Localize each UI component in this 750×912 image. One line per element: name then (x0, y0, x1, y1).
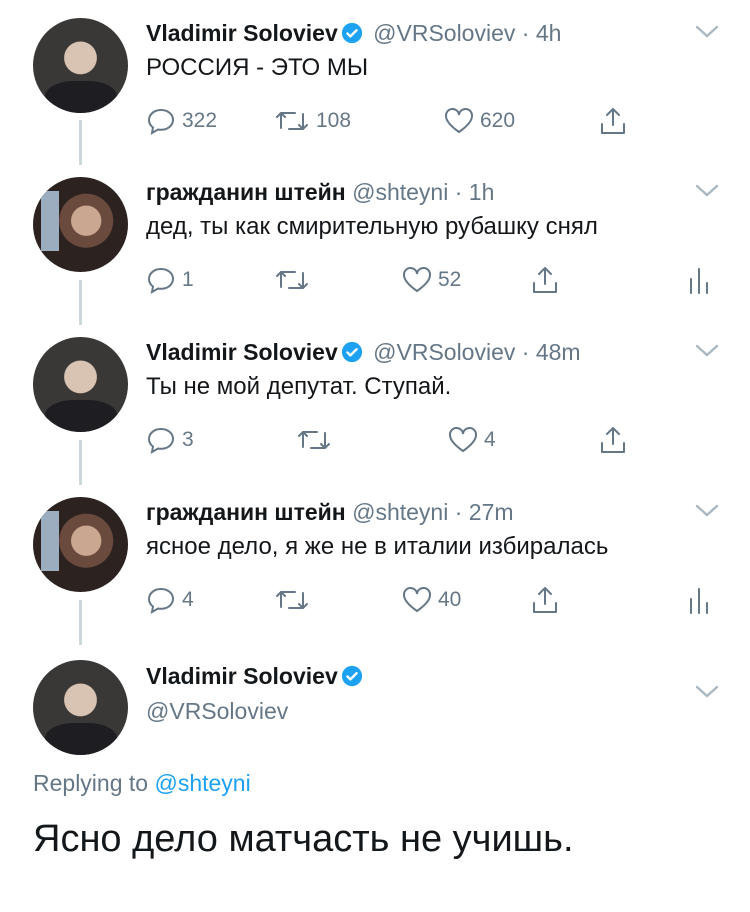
author-name[interactable]: гражданин штейн (146, 179, 346, 205)
avatar[interactable] (33, 18, 128, 113)
like-count: 40 (438, 588, 462, 611)
author-name[interactable]: гражданин штейн (146, 499, 346, 525)
tweet-header: Vladimir Soloviev @VRSoloviev (146, 660, 367, 727)
tweet-4[interactable]: гражданин штейн @shteyni · 27m ясное дел… (0, 497, 750, 637)
chevron-down-icon[interactable] (694, 24, 720, 45)
tweet-2[interactable]: гражданин штейн @shteyni · 1h дед, ты ка… (0, 177, 750, 317)
like-button[interactable]: 52 (402, 265, 461, 295)
verified-badge-icon (341, 340, 363, 370)
reply-button[interactable]: 4 (146, 585, 194, 615)
retweet-button[interactable]: 108 (274, 106, 351, 136)
retweet-button[interactable] (274, 585, 310, 615)
separator: · (521, 20, 530, 46)
timestamp[interactable]: 1h (469, 179, 495, 205)
timestamp[interactable]: 27m (469, 499, 514, 525)
author-name[interactable]: Vladimir Soloviev (146, 663, 338, 689)
verified-badge-icon (341, 663, 363, 695)
share-icon (530, 585, 560, 615)
like-button[interactable]: 4 (448, 425, 496, 455)
share-button[interactable] (598, 425, 628, 455)
analytics-button[interactable] (688, 585, 710, 615)
reply-count: 322 (182, 109, 218, 132)
like-count: 4 (484, 428, 496, 451)
like-icon (444, 108, 474, 134)
separator: · (521, 339, 530, 365)
main-tweet: Vladimir Soloviev @VRSoloviev (0, 660, 750, 760)
author-name[interactable]: Vladimir Soloviev (146, 20, 338, 46)
like-button[interactable]: 40 (402, 585, 461, 615)
reply-count: 3 (182, 428, 194, 451)
chevron-down-icon[interactable] (694, 343, 720, 364)
tweet-1[interactable]: Vladimir Soloviev @VRSoloviev · 4h РОССИ… (0, 18, 750, 158)
chevron-down-icon[interactable] (694, 503, 720, 524)
author-handle[interactable]: @VRSoloviev (373, 20, 515, 46)
analytics-icon (688, 585, 710, 615)
share-icon (598, 106, 628, 136)
retweet-icon (296, 427, 332, 453)
tweet-header: Vladimir Soloviev @VRSoloviev · 4h (146, 18, 561, 51)
tweet-actions: 3 4 (146, 425, 706, 455)
tweet-actions: 4 40 (146, 585, 708, 615)
share-button[interactable] (598, 106, 628, 136)
reply-count: 4 (182, 588, 194, 611)
replying-to: Replying to @shteyni (33, 770, 251, 797)
share-button[interactable] (530, 265, 560, 295)
main-tweet-text: Ясно дело матчасть не учишь. (33, 818, 574, 860)
timestamp[interactable]: 4h (536, 20, 562, 46)
like-count: 52 (438, 268, 462, 291)
reply-icon (146, 266, 176, 294)
timestamp[interactable]: 48m (536, 339, 581, 365)
avatar[interactable] (33, 497, 128, 592)
tweet-3[interactable]: Vladimir Soloviev @VRSoloviev · 48m Ты н… (0, 337, 750, 477)
separator: · (454, 179, 463, 205)
share-icon (598, 425, 628, 455)
verified-badge-icon (341, 21, 363, 51)
replying-prefix: Replying to (33, 770, 149, 796)
like-button[interactable]: 620 (444, 106, 515, 136)
avatar[interactable] (33, 660, 128, 755)
reply-icon (146, 107, 176, 135)
avatar[interactable] (33, 177, 128, 272)
author-handle[interactable]: @shteyni (352, 179, 448, 205)
author-handle[interactable]: @shteyni (352, 499, 448, 525)
analytics-button[interactable] (688, 265, 710, 295)
author-handle[interactable]: @VRSoloviev (146, 695, 367, 727)
reply-icon (146, 586, 176, 614)
retweet-count: 108 (316, 109, 352, 132)
reply-button[interactable]: 1 (146, 265, 194, 295)
reply-button[interactable]: 322 (146, 106, 217, 136)
chevron-down-icon[interactable] (694, 183, 720, 204)
like-icon (402, 587, 432, 613)
tweet-text: РОССИЯ - ЭТО МЫ (146, 54, 369, 81)
replying-to-link[interactable]: @shteyni (154, 770, 250, 796)
share-button[interactable] (530, 585, 560, 615)
separator: · (454, 499, 463, 525)
tweet-header: Vladimir Soloviev @VRSoloviev · 48m (146, 337, 581, 370)
reply-button[interactable]: 3 (146, 425, 194, 455)
tweet-actions: 1 52 (146, 265, 708, 295)
analytics-icon (688, 265, 710, 295)
tweet-header: гражданин штейн @shteyni · 27m (146, 497, 514, 527)
retweet-button[interactable] (296, 425, 332, 455)
like-count: 620 (480, 109, 516, 132)
reply-icon (146, 426, 176, 454)
avatar[interactable] (33, 337, 128, 432)
retweet-icon (274, 108, 310, 134)
tweet-text: ясное дело, я же не в италии избиралась (146, 533, 609, 560)
retweet-button[interactable] (274, 265, 310, 295)
chevron-down-icon[interactable] (694, 684, 720, 705)
author-handle[interactable]: @VRSoloviev (373, 339, 515, 365)
like-icon (402, 267, 432, 293)
share-icon (530, 265, 560, 295)
like-icon (448, 427, 478, 453)
reply-count: 1 (182, 268, 194, 291)
author-name[interactable]: Vladimir Soloviev (146, 339, 338, 365)
retweet-icon (274, 587, 310, 613)
tweet-actions: 322 108 620 (146, 106, 706, 136)
retweet-icon (274, 267, 310, 293)
tweet-text: Ты не мой депутат. Ступай. (146, 373, 452, 400)
tweet-text: дед, ты как смирительную рубашку снял (146, 213, 598, 240)
tweet-header: гражданин штейн @shteyni · 1h (146, 177, 494, 207)
